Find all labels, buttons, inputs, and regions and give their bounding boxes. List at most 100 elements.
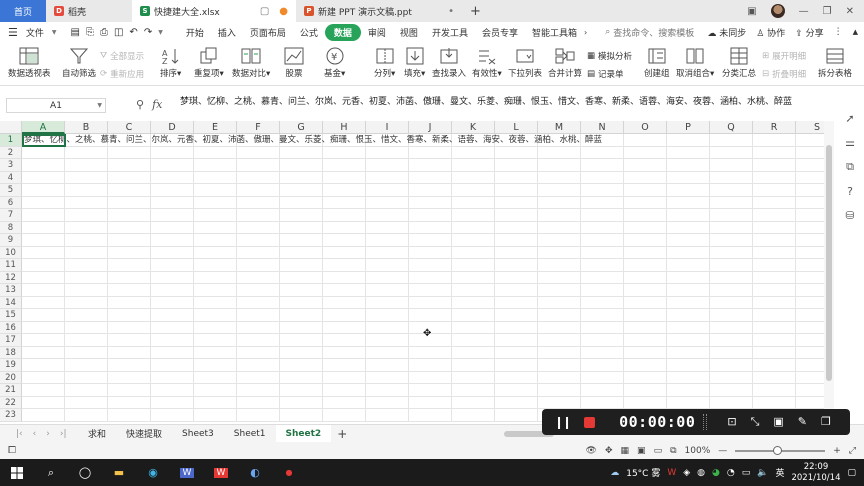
- minimize-icon[interactable]: —: [799, 6, 809, 17]
- grid-cell[interactable]: [366, 146, 409, 159]
- grid-cell[interactable]: [667, 196, 710, 209]
- grid-cell[interactable]: [581, 309, 624, 322]
- grid-cell[interactable]: [538, 334, 581, 347]
- collab-button[interactable]: ♙ 协作: [756, 26, 785, 39]
- grid-cell[interactable]: [22, 271, 65, 284]
- grid-cell[interactable]: [624, 234, 667, 247]
- row-header[interactable]: 4: [0, 171, 22, 184]
- grid-cell[interactable]: [667, 384, 710, 397]
- grid-cell[interactable]: [452, 271, 495, 284]
- grid-cell[interactable]: [323, 271, 366, 284]
- grid-cell[interactable]: [581, 334, 624, 347]
- new-tab-button[interactable]: +: [462, 0, 489, 22]
- grid-cell[interactable]: [409, 171, 452, 184]
- volume-icon[interactable]: 🔈: [757, 468, 768, 478]
- row-header[interactable]: 22: [0, 396, 22, 409]
- grid-cell[interactable]: [280, 246, 323, 259]
- grid-cell[interactable]: [667, 396, 710, 409]
- grid-cell[interactable]: [151, 234, 194, 247]
- grid-cell[interactable]: [710, 159, 753, 172]
- grid-cell[interactable]: [753, 234, 796, 247]
- grid-cell[interactable]: [65, 196, 108, 209]
- grid-cell[interactable]: [753, 321, 796, 334]
- grid-cell[interactable]: [323, 396, 366, 409]
- grid-cell[interactable]: [495, 371, 538, 384]
- grid-cell[interactable]: [194, 334, 237, 347]
- grid-cell[interactable]: [151, 209, 194, 222]
- grid-cell[interactable]: [280, 221, 323, 234]
- grid-cell[interactable]: [796, 359, 824, 372]
- row-header[interactable]: 15: [0, 309, 22, 322]
- share-button[interactable]: ⇪ 分享: [795, 26, 823, 39]
- grid-cell[interactable]: [323, 171, 366, 184]
- grid-cell[interactable]: [280, 396, 323, 409]
- grid-cell[interactable]: [710, 171, 753, 184]
- grid-cell[interactable]: [323, 159, 366, 172]
- grid-cell[interactable]: [366, 296, 409, 309]
- file-menu[interactable]: 文件: [24, 26, 46, 39]
- grid-cell[interactable]: [323, 346, 366, 359]
- undo-icon[interactable]: ↶: [129, 27, 137, 38]
- grid-cell[interactable]: [237, 384, 280, 397]
- zoom-level[interactable]: 100%: [685, 446, 711, 456]
- row-header[interactable]: 2: [0, 146, 22, 159]
- grid-cell[interactable]: [710, 309, 753, 322]
- file-explorer-icon[interactable]: ▬: [102, 459, 136, 486]
- export-icon[interactable]: ⎘: [86, 27, 94, 38]
- grid-cell[interactable]: [366, 334, 409, 347]
- grid-cell[interactable]: [538, 246, 581, 259]
- pause-icon[interactable]: ❙❙: [554, 415, 572, 429]
- command-search[interactable]: ⌕ 查找命令、搜索模板: [605, 26, 694, 39]
- grid-cell[interactable]: [65, 409, 108, 422]
- column-header[interactable]: M: [538, 121, 581, 134]
- grid-cell[interactable]: [624, 134, 667, 147]
- column-header[interactable]: C: [108, 121, 151, 134]
- grid-cell[interactable]: [366, 396, 409, 409]
- grid-cell[interactable]: [710, 296, 753, 309]
- row-header[interactable]: 21: [0, 384, 22, 397]
- stocks-button[interactable]: 股票: [284, 45, 304, 79]
- wps-tray-icon[interactable]: W: [667, 468, 676, 478]
- grid-cell[interactable]: [495, 384, 538, 397]
- grid-cell[interactable]: [452, 209, 495, 222]
- grid-cell[interactable]: [237, 271, 280, 284]
- eye-protect-icon[interactable]: 👁: [586, 446, 597, 456]
- row-header[interactable]: 6: [0, 196, 22, 209]
- grid-cell[interactable]: [65, 334, 108, 347]
- grid-cell[interactable]: [667, 184, 710, 197]
- grid-cell[interactable]: [108, 359, 151, 372]
- grid-cell[interactable]: [452, 221, 495, 234]
- grid-cell[interactable]: [22, 309, 65, 322]
- grid-cell[interactable]: [495, 409, 538, 422]
- grid-cell[interactable]: [796, 272, 824, 284]
- grid-cell[interactable]: [108, 371, 151, 384]
- grid-cell[interactable]: [624, 171, 667, 184]
- tray-cloud-icon[interactable]: ◍: [697, 468, 705, 478]
- grid-cell[interactable]: [151, 284, 194, 297]
- grid-cell[interactable]: [710, 284, 753, 297]
- grid-cell[interactable]: [538, 309, 581, 322]
- grid-cell[interactable]: [108, 346, 151, 359]
- grid-cell[interactable]: [452, 171, 495, 184]
- grid-cell[interactable]: [22, 359, 65, 372]
- grid-cell[interactable]: [194, 234, 237, 247]
- grid-cell[interactable]: [667, 284, 710, 297]
- grid-cell[interactable]: [538, 209, 581, 222]
- grid-cell[interactable]: [452, 284, 495, 297]
- grid-cell[interactable]: [495, 284, 538, 297]
- grid-cell[interactable]: [237, 246, 280, 259]
- grid-cell[interactable]: [495, 146, 538, 159]
- column-header[interactable]: I: [366, 121, 409, 134]
- wps-app-icon[interactable]: W: [204, 459, 238, 486]
- grid-cell[interactable]: [22, 234, 65, 247]
- start-button[interactable]: [0, 459, 34, 486]
- grid-cell[interactable]: [237, 321, 280, 334]
- pivot-table-button[interactable]: 数据透视表: [8, 45, 51, 79]
- grid-cell[interactable]: [581, 246, 624, 259]
- grid-cell[interactable]: [22, 184, 65, 197]
- select-all-corner[interactable]: [0, 121, 22, 134]
- column-header[interactable]: E: [194, 121, 237, 134]
- grid-cell[interactable]: [237, 346, 280, 359]
- grid-cell[interactable]: [237, 171, 280, 184]
- save-icon[interactable]: ▤: [71, 27, 80, 38]
